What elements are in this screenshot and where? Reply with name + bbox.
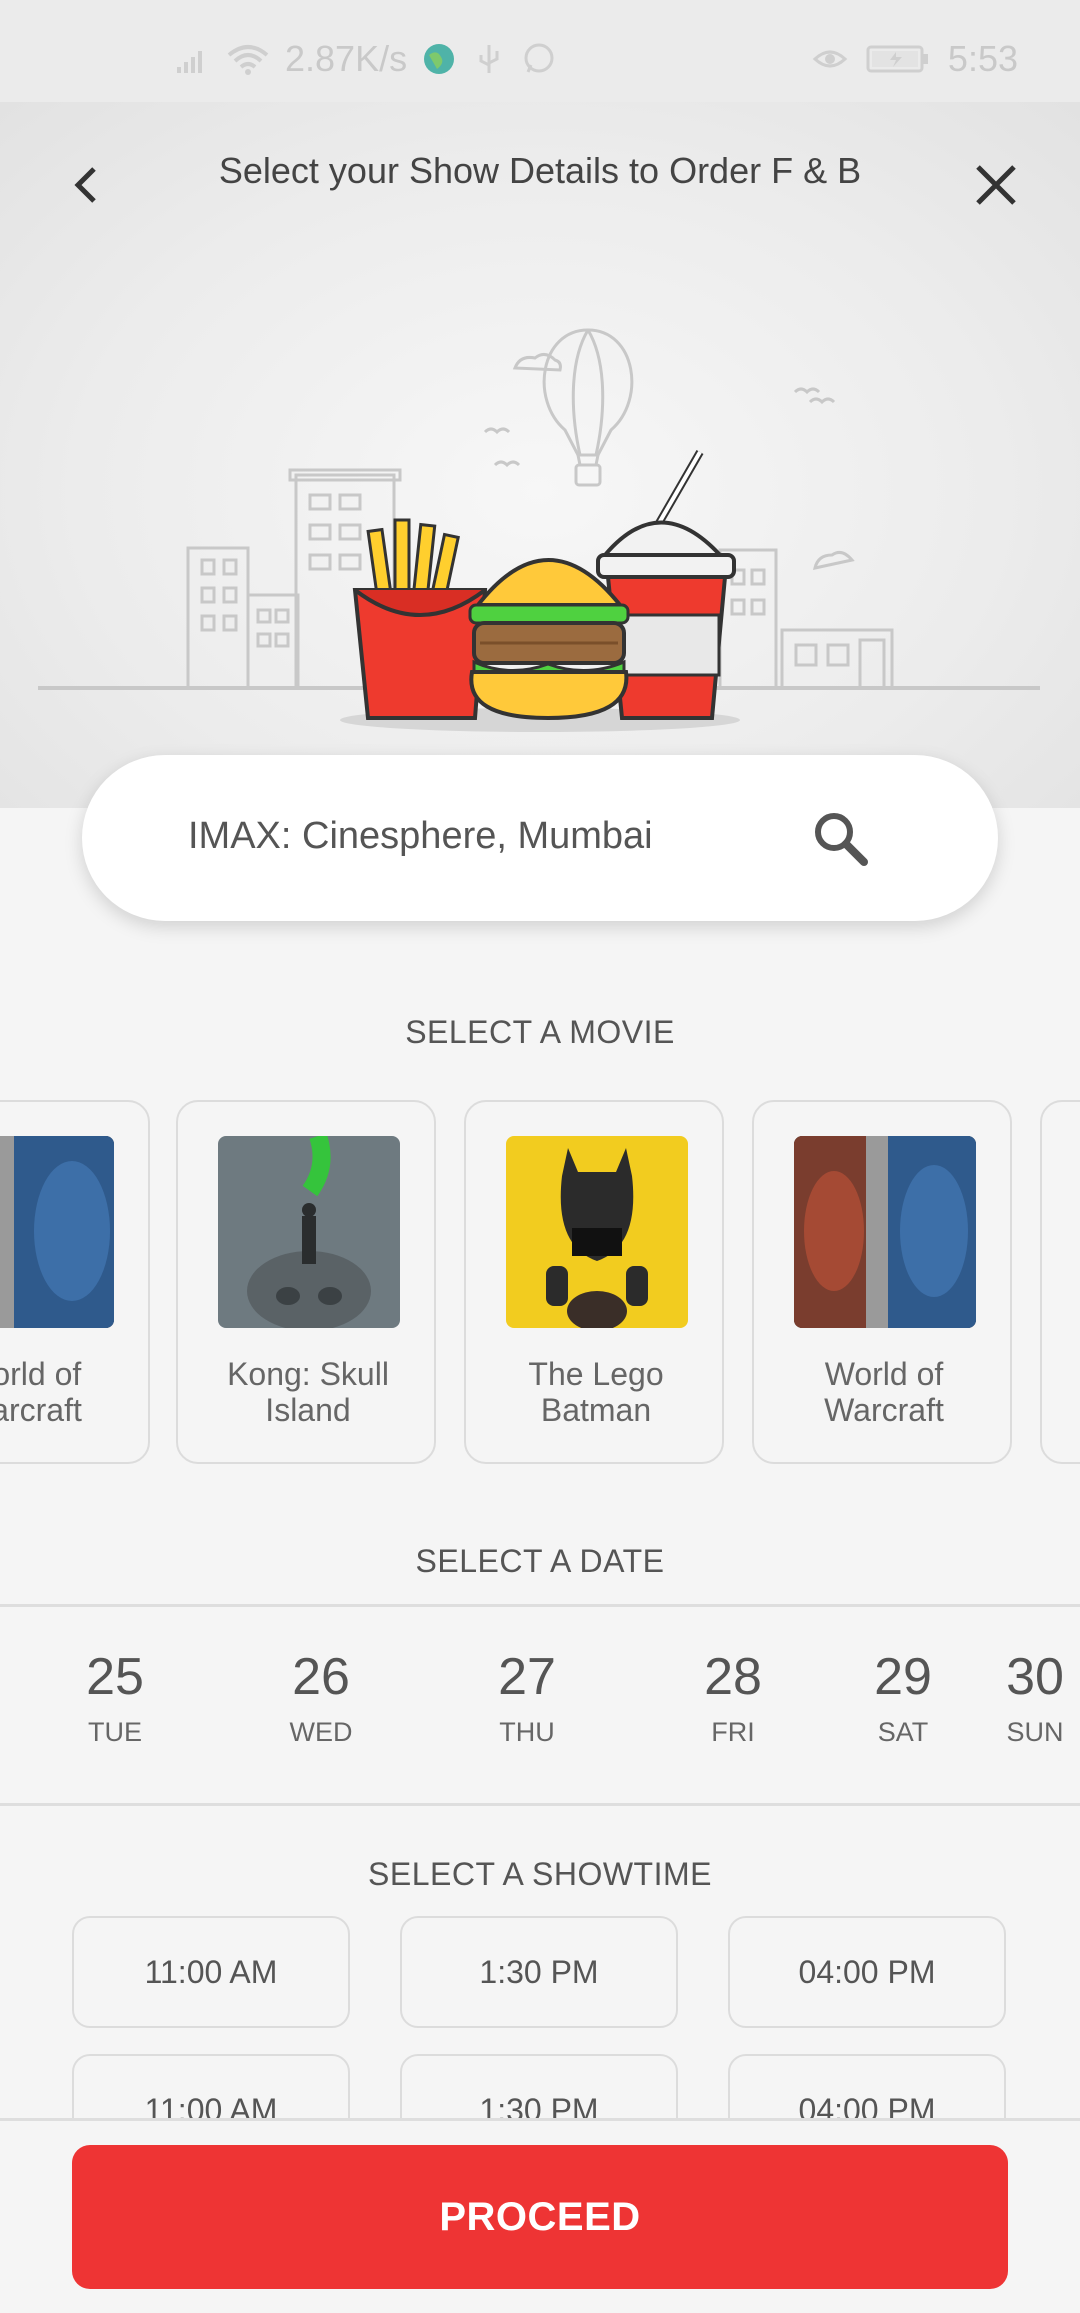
- date-option[interactable]: 26 WED: [256, 1647, 386, 1748]
- network-speed: 2.87K/s: [285, 38, 408, 79]
- eye-icon: [812, 50, 848, 68]
- close-button[interactable]: [966, 150, 1026, 220]
- movie-title: World ofWarcraft: [824, 1356, 944, 1428]
- clock: 5:53: [947, 38, 1018, 79]
- search-icon[interactable]: [812, 810, 868, 866]
- showtime-button[interactable]: 1:30 PM: [400, 1916, 678, 2028]
- movie-card-partial[interactable]: [1040, 1100, 1080, 1464]
- showtime-button[interactable]: 04:00 PM: [728, 1916, 1006, 2028]
- cinema-search-value: IMAX: Cinesphere, Mumbai: [188, 815, 653, 857]
- movie-title: The Lego Batman: [528, 1356, 664, 1428]
- back-button[interactable]: [55, 150, 115, 220]
- date-option[interactable]: 28 FRI: [668, 1647, 798, 1748]
- date-option[interactable]: 29 SAT: [838, 1647, 968, 1748]
- movie-card-warcraft[interactable]: World of Warcraft: [752, 1100, 1012, 1464]
- select-date-heading: SELECT A DATE: [415, 1543, 665, 1579]
- chevron-left-icon: [74, 167, 96, 203]
- movie-card-kong[interactable]: Kong: Skull Island: [176, 1100, 436, 1464]
- bottom-action-bar: PROCEED: [0, 2118, 1080, 2313]
- page-title: Select your Show Details to Order F & B: [218, 150, 862, 191]
- movie-carousel[interactable]: World ofWarcraft Kong: SkullIsland: [0, 1100, 1080, 1466]
- movie-poster: [506, 1136, 688, 1328]
- date-selector[interactable]: 25 TUE 26 WED 27 THU 28 FRI 29 SAT 30 SU…: [0, 1604, 1080, 1806]
- showtime-button[interactable]: 11:00 AM: [72, 1916, 350, 2028]
- cinema-search-field[interactable]: IMAX: Cinesphere, Mumbai: [82, 755, 998, 921]
- date-option[interactable]: 30 SUN: [970, 1647, 1080, 1748]
- movie-card-lego-batman[interactable]: The Lego Batman: [464, 1100, 724, 1464]
- signal-icon: [177, 51, 202, 73]
- select-showtime-heading: SELECT A SHOWTIME: [368, 1856, 712, 1892]
- globe-icon: [424, 44, 455, 74]
- battery-icon: [866, 45, 928, 73]
- status-bar: 2.87K/s 5:53: [0, 0, 1080, 102]
- date-option[interactable]: 27 THU: [462, 1647, 592, 1748]
- movie-title: World ofWarcraft: [0, 1356, 82, 1428]
- whatsapp-icon: [524, 43, 554, 73]
- movie-poster: [0, 1136, 114, 1328]
- movie-poster: [218, 1136, 400, 1328]
- food-city-illustration: [38, 328, 1040, 732]
- movie-card-warcraft-partial[interactable]: World ofWarcraft: [0, 1100, 150, 1464]
- proceed-button[interactable]: PROCEED: [72, 2145, 1008, 2289]
- movie-poster: [794, 1136, 976, 1328]
- wifi-icon: [227, 45, 269, 75]
- select-movie-heading: SELECT A MOVIE: [405, 1014, 675, 1050]
- date-option[interactable]: 25 TUE: [50, 1647, 180, 1748]
- movie-title: Kong: Skull Island: [227, 1356, 389, 1428]
- usb-icon: [479, 45, 499, 73]
- close-icon: [976, 165, 1016, 205]
